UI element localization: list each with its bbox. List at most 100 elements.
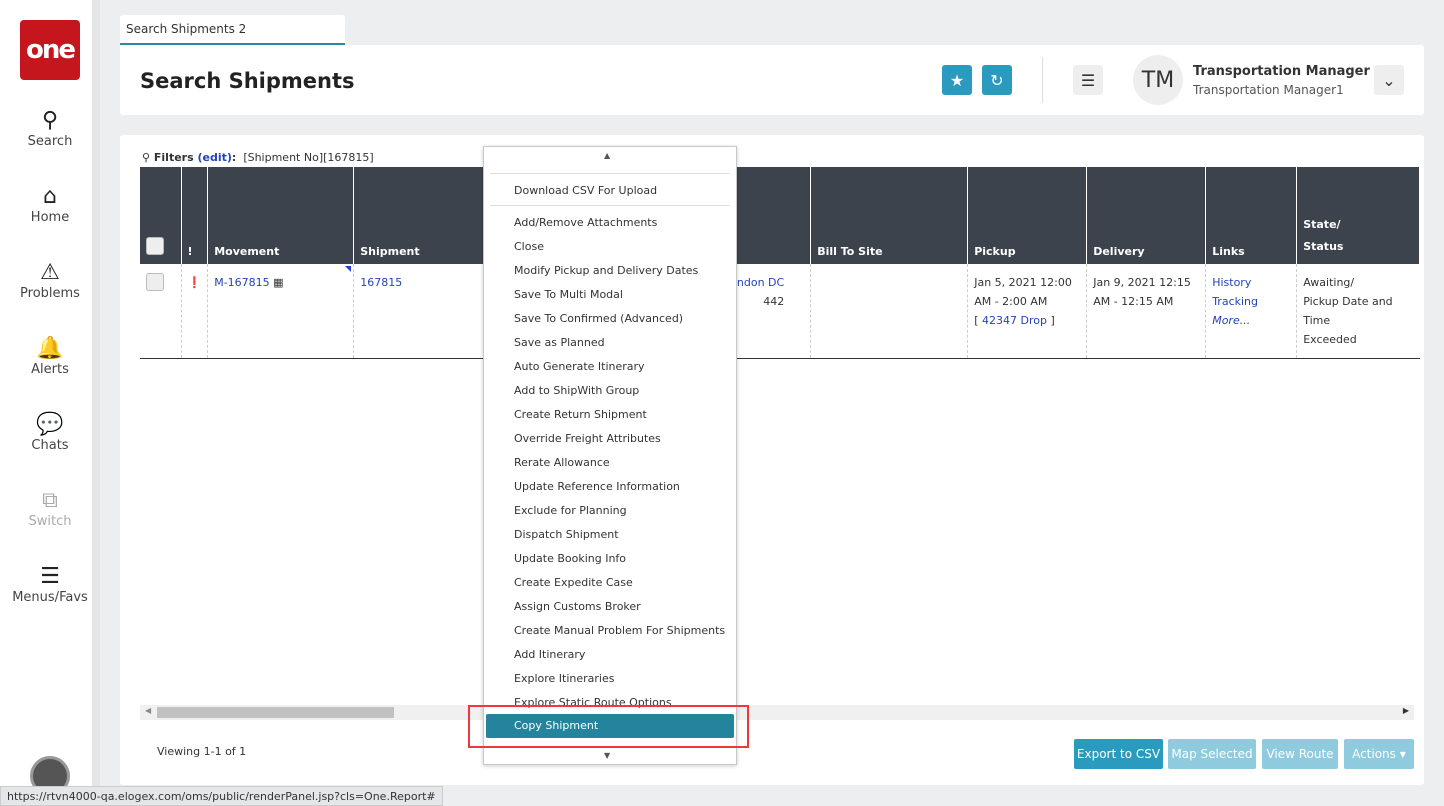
menu-item[interactable]: Rerate Allowance [514, 456, 610, 469]
avatar[interactable]: TM [1133, 55, 1183, 105]
nav-switch[interactable]: ⧉ Switch [0, 488, 100, 529]
col-movement[interactable]: Movement [207, 167, 355, 264]
menu-item[interactable]: Close [514, 240, 544, 253]
export-csv-button[interactable]: Export to CSV [1074, 739, 1163, 769]
menu-item[interactable]: Modify Pickup and Delivery Dates [514, 264, 698, 277]
col-alert[interactable]: ! [181, 167, 209, 264]
filters-value: [Shipment No][167815] [243, 151, 374, 164]
menu-item[interactable]: Add to ShipWith Group [514, 384, 639, 397]
delivery-time: AM - 12:15 AM [1093, 295, 1174, 308]
row-checkbox[interactable] [146, 273, 164, 291]
menu-item[interactable]: Create Return Shipment [514, 408, 647, 421]
home-icon: ⌂ [43, 184, 57, 209]
menu-divider [490, 173, 730, 174]
filters-edit-link[interactable]: (edit) [197, 151, 231, 164]
history-link[interactable]: History [1212, 276, 1251, 289]
bracket: ] [1046, 314, 1055, 327]
col-pickup[interactable]: Pickup [967, 167, 1088, 264]
hamburger-menu-icon[interactable]: ☰ [1073, 65, 1103, 95]
site-link[interactable]: ndon DC [737, 276, 784, 289]
refresh-icon[interactable]: ↻ [982, 65, 1012, 95]
highlight-annotation-box [468, 705, 749, 748]
map-icon[interactable]: ▦ [273, 276, 283, 289]
nav-label: Chats [31, 438, 69, 453]
menu-item[interactable]: Update Booking Info [514, 552, 626, 565]
tracking-link[interactable]: Tracking [1212, 295, 1258, 308]
col-links[interactable]: Links [1205, 167, 1298, 264]
user-name: Transportation Manager [1193, 64, 1370, 79]
search-icon: ⚲ [41, 108, 59, 133]
col-delivery[interactable]: Delivery [1086, 167, 1207, 264]
col-state-label: State/ [1303, 218, 1341, 231]
menu-item[interactable]: Create Manual Problem For Shipments [514, 624, 725, 637]
status-text: Awaiting/ [1303, 276, 1355, 289]
scroll-left-icon[interactable]: ◀ [145, 706, 151, 715]
scrollbar-thumb[interactable] [157, 707, 394, 718]
nav-label: Problems [20, 286, 80, 301]
nav-search[interactable]: ⚲ Search [0, 108, 100, 149]
shipment-link[interactable]: 167815 [360, 276, 402, 289]
menu-item-download-csv[interactable]: Download CSV For Upload [514, 184, 657, 197]
pickup-date: Jan 5, 2021 12:00 [974, 276, 1072, 289]
menu-item[interactable]: Override Freight Attributes [514, 432, 661, 445]
status-bar-url: https://rtvn4000-qa.elogex.com/oms/publi… [0, 786, 443, 806]
menu-item[interactable]: Save To Confirmed (Advanced) [514, 312, 683, 325]
map-selected-button[interactable]: Map Selected [1168, 739, 1256, 769]
col-state-status[interactable]: State/Status [1296, 167, 1421, 264]
nav-problems[interactable]: ⚠ Problems [0, 260, 100, 301]
delivery-date: Jan 9, 2021 12:15 [1093, 276, 1191, 289]
col-status-label: Status [1303, 240, 1344, 253]
bill-to-cell [810, 264, 969, 359]
nav-label: Home [30, 210, 70, 225]
menu-item[interactable]: Auto Generate Itinerary [514, 360, 645, 373]
menu-scroll-down-icon[interactable]: ▼ [604, 751, 610, 760]
nav-chats[interactable]: 💬 Chats [0, 412, 100, 453]
warning-icon: ⚠ [40, 260, 60, 285]
actions-menu: ▲ Download CSV For Upload Add/Remove Att… [483, 146, 737, 765]
table-row: ❗ M-167815 ▦ 167815 ndon DC 442 Jan 5, 20… [140, 264, 1420, 359]
actions-dropdown-button[interactable]: Actions ▼ [1344, 739, 1414, 769]
menu-divider [490, 205, 730, 206]
menu-item[interactable]: Save as Planned [514, 336, 605, 349]
switch-icon: ⧉ [42, 488, 58, 513]
menu-item[interactable]: Explore Itineraries [514, 672, 614, 685]
bell-icon: 🔔 [36, 336, 64, 361]
menu-item[interactable]: Dispatch Shipment [514, 528, 619, 541]
menu-item[interactable]: Add Itinerary [514, 648, 585, 661]
one-logo[interactable]: one [20, 20, 80, 80]
bracket: [ [974, 314, 982, 327]
col-shipment[interactable]: Shipment [353, 167, 505, 264]
menu-item[interactable]: Assign Customs Broker [514, 600, 641, 613]
movement-link[interactable]: M-167815 [214, 276, 269, 289]
error-icon[interactable]: ❗ [188, 276, 202, 289]
menu-scroll-up-icon[interactable]: ▲ [604, 151, 610, 160]
menu-item[interactable]: Create Expedite Case [514, 576, 633, 589]
scroll-right-icon[interactable]: ▶ [1403, 706, 1409, 715]
menu-item[interactable]: Exclude for Planning [514, 504, 627, 517]
menu-item[interactable]: Save To Multi Modal [514, 288, 623, 301]
favorite-star-icon[interactable]: ★ [942, 65, 972, 95]
menu-item[interactable]: Update Reference Information [514, 480, 680, 493]
menu-item[interactable]: Add/Remove Attachments [514, 216, 657, 229]
divider [1042, 57, 1043, 103]
tab-search-shipments[interactable]: Search Shipments 2 [120, 15, 345, 45]
select-all-checkbox[interactable] [146, 237, 164, 255]
more-link[interactable]: More... [1212, 314, 1250, 327]
pickup-location-link[interactable]: 42347 Drop [982, 314, 1047, 327]
actions-label: Actions [1352, 747, 1396, 761]
horizontal-scrollbar[interactable]: ◀ ▶ [140, 705, 1414, 720]
view-route-button[interactable]: View Route [1262, 739, 1338, 769]
page-title: Search Shipments [140, 69, 355, 93]
pagination-info: Viewing 1-1 of 1 [157, 745, 247, 758]
nav-menus-favs[interactable]: ☰ Menus/Favs [0, 564, 100, 605]
nav-alerts[interactable]: 🔔 Alerts [0, 336, 100, 377]
corner-marker-icon [345, 266, 352, 272]
chevron-down-icon[interactable]: ⌄ [1374, 65, 1404, 95]
col-bill-to-site[interactable]: Bill To Site [810, 167, 969, 264]
nav-home[interactable]: ⌂ Home [0, 184, 100, 225]
status-text: Exceeded [1303, 333, 1357, 346]
pickup-time: AM - 2:00 AM [974, 295, 1048, 308]
menu-icon: ☰ [40, 564, 60, 589]
caret-down-icon: ▼ [1399, 749, 1406, 759]
table-header-row: ! Movement Shipment Bill To Site Pickup … [140, 167, 1421, 264]
